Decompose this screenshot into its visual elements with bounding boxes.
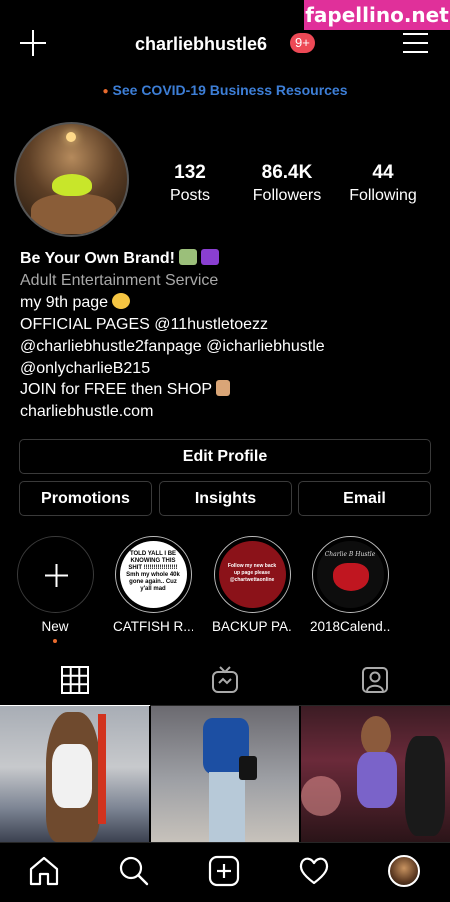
post-jeans	[209, 772, 245, 842]
post-thumbnail[interactable]	[301, 706, 450, 842]
stat-posts[interactable]: 132 Posts	[140, 162, 240, 205]
red-shape	[332, 563, 369, 591]
post-figure-bg	[405, 736, 445, 836]
highlight-calendar[interactable]: Charlie B Hustle 2018Calend...	[310, 536, 390, 634]
post-figure	[361, 716, 391, 756]
highlight-cover: Follow my new back up page please @chart…	[218, 541, 286, 608]
hamburger-menu-icon[interactable]	[403, 33, 428, 53]
pointing-down-emoji-icon	[216, 380, 231, 397]
highlight-ring: Follow my new back up page please @chart…	[213, 536, 291, 613]
light-glow	[66, 132, 76, 142]
heart-icon[interactable]	[298, 855, 330, 887]
highlight-cover: TOLD YALL I BE KNOWING THIS SHIT !!!!!!!…	[119, 541, 187, 608]
highlight-ring: Charlie B Hustle	[311, 536, 389, 613]
highlight-cover: Charlie B Hustle	[316, 541, 384, 608]
highlight-backup[interactable]: Follow my new back up page please @chart…	[212, 536, 292, 634]
bio-line-page: my 9th page	[20, 292, 440, 314]
highlight-label: CATFISH R...	[113, 619, 193, 634]
bio-name: Be Your Own Brand!	[20, 250, 175, 267]
highlight-label: New	[41, 619, 69, 634]
home-icon[interactable]	[28, 855, 60, 887]
new-dot-icon	[53, 639, 57, 643]
tab-igtv[interactable]	[150, 656, 300, 706]
stat-following[interactable]: 44 Following	[333, 162, 433, 205]
highlight-cover-text: Charlie B Hustle	[324, 551, 376, 558]
bio-line-text: JOIN for FREE then SHOP	[20, 381, 213, 399]
post-dress	[357, 752, 397, 808]
posts-grid	[0, 706, 450, 842]
covid-resources-link[interactable]: ● See COVID-19 Business Resources	[0, 82, 450, 98]
new-post-icon[interactable]	[208, 855, 240, 887]
search-icon[interactable]	[118, 855, 150, 887]
highlight-ring: TOLD YALL I BE KNOWING THIS SHIT !!!!!!!…	[114, 536, 192, 613]
post-hair	[98, 714, 106, 824]
bio-website-link[interactable]: charliebhustle.com	[20, 401, 440, 423]
notification-badge[interactable]: 9+	[290, 33, 315, 53]
plus-icon	[44, 564, 68, 587]
bio-category: Adult Entertainment Service	[20, 271, 219, 289]
avatar-swimsuit	[52, 174, 92, 196]
stat-value: 86.4K	[261, 162, 313, 183]
plus-icon[interactable]	[20, 30, 46, 56]
bio-line-mentions: @charliebhustle2fanpage @icharliebhustle	[20, 337, 325, 355]
promotions-button[interactable]: Promotions	[19, 481, 152, 516]
stat-value: 44	[372, 162, 394, 183]
stat-value: 132	[174, 162, 206, 183]
igtv-icon	[212, 666, 238, 693]
profile-avatar[interactable]	[388, 855, 420, 887]
money-wings-emoji-icon	[178, 249, 197, 265]
profile-tabs	[0, 656, 450, 706]
post-light	[301, 776, 341, 816]
stat-label: Following	[349, 187, 417, 204]
highlight-catfish[interactable]: TOLD YALL I BE KNOWING THIS SHIT !!!!!!!…	[113, 536, 193, 634]
tab-tagged[interactable]	[300, 656, 450, 706]
grinning-emoji-icon	[112, 292, 131, 309]
profile-avatar[interactable]	[14, 122, 129, 237]
highlight-label: 2018Calend...	[310, 619, 390, 634]
tagged-icon	[362, 667, 388, 693]
new-highlight-ring	[16, 536, 94, 613]
insights-button[interactable]: Insights	[159, 481, 292, 516]
edit-profile-button[interactable]: Edit Profile	[19, 439, 431, 474]
stat-label: Followers	[252, 187, 322, 204]
stat-followers[interactable]: 86.4K Followers	[237, 162, 337, 205]
highlight-new[interactable]: New	[15, 536, 95, 643]
bio-line-join: JOIN for FREE then SHOP	[20, 379, 440, 401]
bio-line-text: my 9th page	[20, 293, 109, 311]
tab-grid[interactable]	[0, 656, 150, 706]
bio-line-only: @onlycharlieB215	[20, 359, 151, 377]
grid-icon	[61, 666, 89, 694]
highlight-label: BACKUP PA...	[212, 619, 292, 634]
watermark: fapellino.net	[304, 0, 450, 30]
email-button[interactable]: Email	[298, 481, 431, 516]
bottom-nav	[0, 842, 450, 902]
covid-link-label: See COVID-19 Business Resources	[112, 82, 348, 98]
stat-label: Posts	[169, 187, 210, 204]
bio: Be Your Own Brand! Adult Entertainment S…	[20, 248, 440, 423]
profile-username[interactable]: charliebhustle6	[135, 34, 267, 55]
dot-icon: ●	[102, 85, 109, 97]
bio-name-line: Be Your Own Brand!	[20, 248, 440, 270]
post-bag	[239, 756, 257, 780]
post-thumbnail[interactable]	[0, 706, 149, 842]
bio-line-official: OFFICIAL PAGES @11hustletoezz	[20, 315, 269, 333]
post-thumbnail[interactable]	[151, 706, 299, 842]
sagittarius-emoji-icon	[200, 249, 219, 265]
post-swimsuit	[52, 744, 92, 808]
avatar-figure	[31, 194, 116, 234]
